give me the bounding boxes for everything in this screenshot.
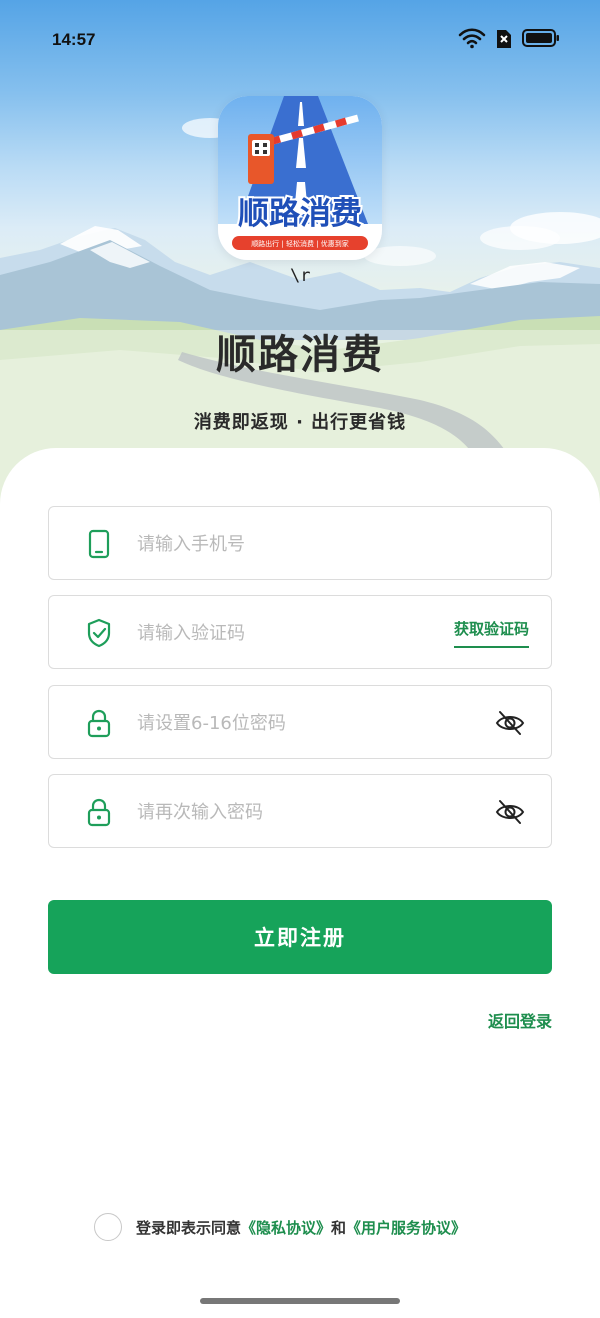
stray-text: \r bbox=[290, 266, 311, 286]
logo-artwork: 顺路出行 | 轻松消费 | 优惠到家 顺路消费 bbox=[218, 96, 382, 260]
code-input[interactable] bbox=[137, 614, 417, 652]
eye-off-icon[interactable] bbox=[495, 708, 525, 738]
password-field[interactable] bbox=[48, 685, 552, 759]
eye-off-icon[interactable] bbox=[495, 797, 525, 827]
agreement-connector: 和 bbox=[331, 1218, 347, 1237]
phone-icon bbox=[88, 529, 110, 559]
confirm-password-input[interactable] bbox=[137, 793, 437, 831]
status-bar: 14:57 bbox=[0, 0, 600, 80]
status-icons bbox=[458, 27, 560, 49]
app-logo: 顺路出行 | 轻松消费 | 优惠到家 顺路消费 bbox=[218, 96, 382, 260]
code-field[interactable]: 获取验证码 bbox=[48, 595, 552, 669]
sim-blocked-icon bbox=[497, 30, 511, 48]
battery-icon bbox=[522, 29, 559, 47]
register-button[interactable]: 立即注册 bbox=[48, 900, 552, 974]
password-input[interactable] bbox=[137, 704, 437, 742]
home-indicator[interactable] bbox=[200, 1298, 400, 1304]
lock-icon bbox=[87, 709, 111, 738]
app-title: 顺路消费 bbox=[216, 332, 384, 378]
app-slogan: 消费即返现 · 出行更省钱 bbox=[193, 412, 407, 433]
phone-field[interactable] bbox=[48, 506, 552, 580]
user-service-agreement-link[interactable]: 《用户服务协议》 bbox=[346, 1217, 466, 1238]
get-code-button[interactable]: 获取验证码 bbox=[453, 618, 529, 648]
back-to-login-link[interactable]: 返回登录 bbox=[488, 1008, 552, 1032]
shield-check-icon bbox=[87, 618, 111, 648]
status-time: 14:57 bbox=[52, 30, 96, 49]
logo-wordmark: 顺路消费 bbox=[238, 196, 362, 232]
phone-input[interactable] bbox=[137, 525, 437, 563]
privacy-policy-link[interactable]: 《隐私协议》 bbox=[241, 1217, 331, 1238]
lock-icon bbox=[87, 798, 111, 827]
agreement-checkbox[interactable] bbox=[94, 1213, 122, 1241]
logo-tagline: 顺路出行 | 轻松消费 | 优惠到家 bbox=[251, 239, 349, 248]
wifi-icon bbox=[458, 28, 486, 49]
agreement-prefix: 登录即表示同意 bbox=[136, 1218, 242, 1237]
confirm-password-field[interactable] bbox=[48, 774, 552, 848]
agreement-row: 登录即表示同意 《隐私协议》 和 《用户服务协议》 bbox=[94, 1212, 466, 1242]
